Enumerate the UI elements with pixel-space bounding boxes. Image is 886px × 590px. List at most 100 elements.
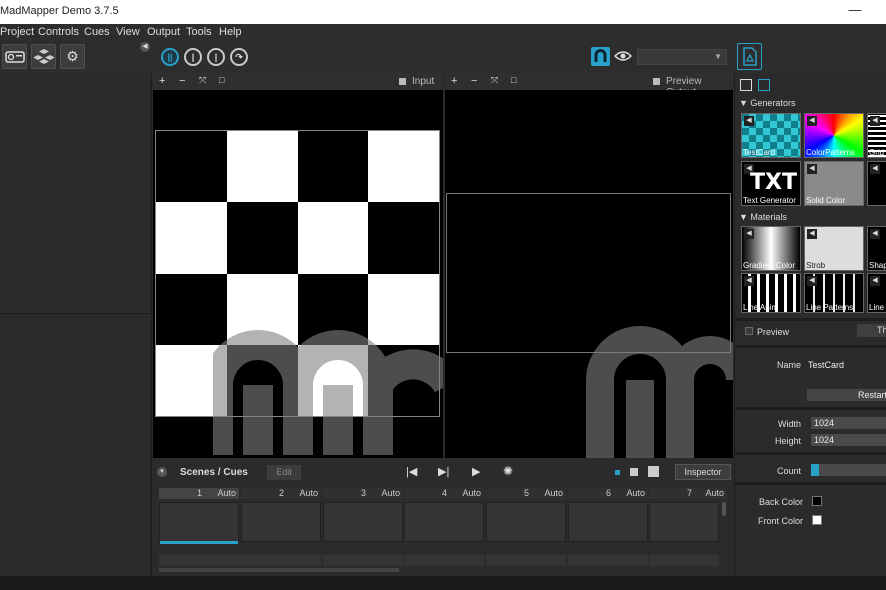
- image-icon[interactable]: [758, 79, 770, 91]
- list-icon[interactable]: [740, 79, 752, 91]
- scene-row-slot[interactable]: [404, 555, 484, 566]
- menu-controls[interactable]: Controls: [38, 26, 79, 38]
- settings-icon[interactable]: ✺: [503, 464, 513, 478]
- preview-zoom-in-button[interactable]: +: [451, 75, 457, 87]
- width-field[interactable]: 1024: [811, 417, 886, 429]
- preview-zoom-out-button[interactable]: −: [471, 75, 477, 87]
- stop-alt-button[interactable]: |: [207, 48, 225, 66]
- scene-row-slot[interactable]: [159, 555, 321, 566]
- generator-grid[interactable]: ◀ Grid: [867, 113, 886, 158]
- next-cue-icon[interactable]: ▶|: [438, 465, 449, 478]
- material-gradient-color[interactable]: ◀ Gradient Color: [741, 226, 801, 271]
- divider: [735, 318, 886, 321]
- input-canvas[interactable]: [153, 90, 443, 458]
- small-view-icon[interactable]: [615, 470, 620, 475]
- preview-label: Preview: [757, 327, 790, 337]
- medium-view-icon[interactable]: [630, 468, 638, 476]
- status-bar: [0, 576, 886, 590]
- restart-button[interactable]: Restart: [807, 389, 886, 401]
- menu-help[interactable]: Help: [219, 26, 242, 38]
- scene-slot-3[interactable]: [323, 502, 403, 542]
- back-color-swatch[interactable]: [812, 496, 822, 506]
- scene-row-slot[interactable]: [486, 555, 566, 566]
- material-shapes[interactable]: ◀Shapes: [867, 226, 886, 271]
- scene-column-4[interactable]: 4 Auto: [404, 488, 484, 499]
- scene-slot-2[interactable]: [241, 502, 321, 542]
- scenes-panel: ▼ Scenes / Cues Edit |◀ ▶| ▶ ✺ Inspector…: [153, 460, 733, 576]
- scene-row-slot[interactable]: [323, 555, 403, 566]
- scene-column-3[interactable]: 3 Auto: [323, 488, 403, 499]
- madmapper-watermark-preview: [586, 326, 733, 458]
- minimize-button[interactable]: —: [840, 2, 870, 22]
- count-slider-fill: [811, 464, 819, 476]
- width-label: Width: [777, 419, 801, 429]
- material-line-anim[interactable]: ◀ Line Anim: [741, 273, 801, 313]
- eye-icon[interactable]: [613, 49, 633, 63]
- preview-fullscreen-button[interactable]: □: [511, 75, 516, 85]
- menu-output[interactable]: Output: [147, 26, 180, 38]
- preview-output-canvas[interactable]: [445, 90, 733, 458]
- horizontal-scrollbar[interactable]: [159, 568, 399, 572]
- front-color-swatch[interactable]: [812, 515, 822, 525]
- scene-slot-7[interactable]: [649, 502, 719, 542]
- generator-text[interactable]: ◀ TXT Text Generator: [741, 161, 801, 206]
- zoom-out-button[interactable]: −: [179, 75, 185, 87]
- preview-checkbox[interactable]: [653, 78, 660, 85]
- thumbnail-button[interactable]: Th: [857, 324, 886, 337]
- collapse-icon[interactable]: ▼: [157, 467, 167, 477]
- scenes-scrollbar[interactable]: [722, 502, 726, 516]
- menu-tools[interactable]: Tools: [186, 26, 212, 38]
- fullscreen-button[interactable]: □: [219, 75, 224, 85]
- name-label: Name: [776, 360, 801, 370]
- output-dropdown[interactable]: ▼: [637, 49, 727, 65]
- generator-testcard[interactable]: ◀ TestCard: [741, 113, 801, 158]
- collapse-icon[interactable]: ◀: [140, 42, 150, 52]
- scene-slot-4[interactable]: [404, 502, 484, 542]
- fit-button[interactable]: ⤧: [199, 75, 206, 86]
- large-view-icon[interactable]: [648, 466, 659, 477]
- generators-header[interactable]: ▼ Generators: [739, 98, 795, 108]
- scene-column-1[interactable]: 1 Auto: [159, 488, 239, 499]
- edit-button[interactable]: Edit: [267, 465, 301, 480]
- scene-column-7[interactable]: 7 Auto: [649, 488, 727, 499]
- generator-colorpatterns[interactable]: ◀ ColorPatterns: [804, 113, 864, 158]
- material-strob[interactable]: ◀ Strob: [804, 226, 864, 271]
- scene-slot-6[interactable]: [568, 502, 648, 542]
- generator-extra[interactable]: ◀: [867, 161, 886, 206]
- divider: [735, 407, 886, 410]
- cubes-icon[interactable]: [31, 44, 56, 69]
- previous-cue-icon[interactable]: |◀: [406, 465, 417, 478]
- scene-slot-1[interactable]: [159, 502, 239, 544]
- scene-row-slot[interactable]: [649, 555, 719, 566]
- menu-project[interactable]: Project: [0, 26, 34, 38]
- input-checkbox[interactable]: [399, 78, 406, 85]
- generator-solid-color[interactable]: ◀ Solid Color: [804, 161, 864, 206]
- preview-checkbox[interactable]: [745, 327, 753, 335]
- materials-header[interactable]: ▼ Materials: [739, 212, 787, 222]
- menu-view[interactable]: View: [116, 26, 140, 38]
- name-value[interactable]: TestCard: [808, 360, 844, 370]
- stop-button[interactable]: |: [184, 48, 202, 66]
- divider: [735, 345, 886, 348]
- scene-column-6[interactable]: 6 Auto: [568, 488, 648, 499]
- count-slider[interactable]: [811, 464, 886, 476]
- loop-button[interactable]: ↷: [230, 48, 248, 66]
- madmapper-logo-icon[interactable]: [591, 47, 610, 66]
- document-icon[interactable]: [737, 43, 762, 70]
- play-icon[interactable]: ▶: [472, 465, 480, 478]
- material-line-patterns[interactable]: ◀ Line Patterns: [804, 273, 864, 313]
- zoom-in-button[interactable]: +: [159, 75, 165, 87]
- material-line[interactable]: ◀ Line: [867, 273, 886, 313]
- scene-column-5[interactable]: 5 Auto: [486, 488, 566, 499]
- height-field[interactable]: 1024: [811, 434, 886, 446]
- menu-cues[interactable]: Cues: [84, 26, 110, 38]
- scene-column-2[interactable]: 2 Auto: [241, 488, 321, 499]
- gear-icon[interactable]: ⚙: [60, 44, 85, 69]
- preview-fit-button[interactable]: ⤧: [491, 75, 498, 86]
- scene-slot-5[interactable]: [486, 502, 566, 542]
- pause-button[interactable]: ||: [161, 48, 179, 66]
- scene-row-slot[interactable]: [568, 555, 648, 566]
- count-label: Count: [776, 466, 801, 476]
- projector-icon[interactable]: [2, 44, 27, 69]
- inspector-button[interactable]: Inspector: [675, 464, 731, 480]
